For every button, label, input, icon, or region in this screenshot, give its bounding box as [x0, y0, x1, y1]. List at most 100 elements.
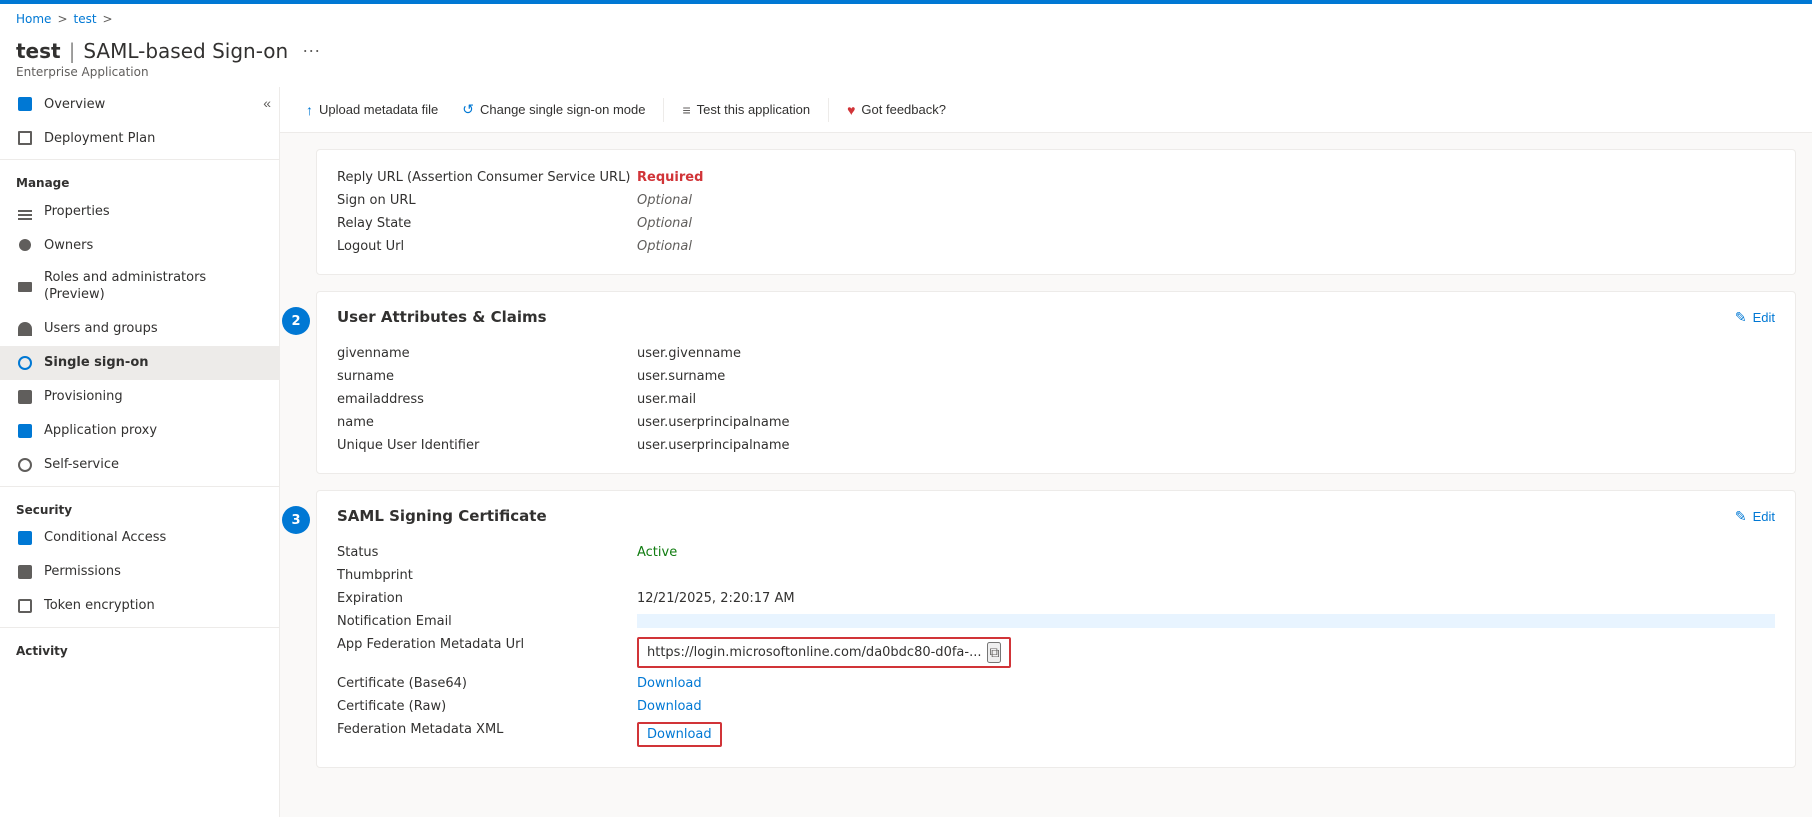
cert-raw-row: Certificate (Raw) Download	[337, 695, 1775, 718]
attr-label-name: name	[337, 415, 637, 430]
step-badge-3: 3	[282, 506, 310, 534]
sidebar-item-provisioning[interactable]: Provisioning	[0, 380, 279, 414]
overview-icon	[16, 95, 34, 113]
field-label-signon: Sign on URL	[337, 193, 637, 208]
title-separator: |	[69, 39, 76, 63]
page-title: test	[16, 39, 61, 63]
saml-cert-header: SAML Signing Certificate Edit	[337, 507, 1775, 525]
copy-url-button[interactable]	[987, 642, 1001, 663]
saml-cert-card: SAML Signing Certificate Edit Status Act…	[316, 490, 1796, 768]
feedback-label: Got feedback?	[861, 102, 946, 117]
user-attrs-rows: givenname user.givenname surname user.su…	[337, 342, 1775, 457]
change-icon	[462, 101, 474, 118]
cert-xml-label: Federation Metadata XML	[337, 722, 637, 747]
user-attrs-header: User Attributes & Claims Edit	[337, 308, 1775, 326]
saml-field-row-4: Logout Url Optional	[337, 235, 1775, 258]
sidebar-item-users[interactable]: Users and groups	[0, 312, 279, 346]
change-sso-mode-button[interactable]: Change single sign-on mode	[452, 95, 655, 124]
cert-base64-label: Certificate (Base64)	[337, 676, 637, 691]
saml-field-row-2: Sign on URL Optional	[337, 189, 1775, 212]
federation-url-value: https://login.microsoftonline.com/da0bdc…	[647, 645, 981, 660]
cert-thumbprint-value	[637, 568, 1775, 583]
breadcrumb-home[interactable]: Home	[16, 12, 51, 26]
field-value-signon: Optional	[637, 193, 1775, 208]
permissions-icon	[16, 563, 34, 581]
attr-value-surname: user.surname	[637, 369, 1775, 384]
sidebar-item-roles[interactable]: Roles and administrators (Preview)	[0, 262, 279, 312]
properties-icon	[16, 202, 34, 220]
cert-expiration-value: 12/21/2025, 2:20:17 AM	[637, 591, 1775, 606]
saml-cert-edit-button[interactable]: Edit	[1735, 508, 1775, 525]
breadcrumb: Home > test >	[0, 4, 1812, 34]
sidebar-item-permissions[interactable]: Permissions	[0, 555, 279, 589]
cert-notification-label: Notification Email	[337, 614, 637, 629]
attr-row-uuid: Unique User Identifier user.userprincipa…	[337, 434, 1775, 457]
cert-thumbprint-label: Thumbprint	[337, 568, 637, 583]
attr-value-email: user.mail	[637, 392, 1775, 407]
cert-base64-row: Certificate (Base64) Download	[337, 672, 1775, 695]
sidebar-section-activity: Activity	[0, 632, 279, 662]
sidebar-label-proxy: Application proxy	[44, 423, 157, 438]
attr-value-givenname: user.givenname	[637, 346, 1775, 361]
cert-raw-download[interactable]: Download	[637, 699, 702, 714]
field-label-logout: Logout Url	[337, 239, 637, 254]
content-area: Reply URL (Assertion Consumer Service UR…	[280, 133, 1812, 800]
step-badge-2: 2	[282, 307, 310, 335]
sidebar-item-overview[interactable]: Overview	[0, 87, 279, 121]
test-label: Test this application	[697, 102, 810, 117]
test-icon	[682, 102, 690, 118]
cert-base64-download[interactable]: Download	[637, 676, 702, 691]
fed-xml-download-box: Download	[637, 722, 722, 747]
user-attrs-wrapper: 2 User Attributes & Claims Edit givennam…	[296, 291, 1796, 474]
page-title-saml: SAML-based Sign-on	[83, 39, 288, 63]
saml-field-row-3: Relay State Optional	[337, 212, 1775, 235]
chevron-icon	[263, 95, 271, 111]
attr-row-email: emailaddress user.mail	[337, 388, 1775, 411]
test-application-button[interactable]: Test this application	[672, 96, 820, 124]
sidebar-divider-3	[0, 627, 279, 628]
pencil-icon-1	[1735, 309, 1747, 326]
change-label: Change single sign-on mode	[480, 102, 646, 117]
sidebar-item-deployment[interactable]: Deployment Plan	[0, 121, 279, 155]
sidebar-item-selfservice[interactable]: Self-service	[0, 448, 279, 482]
more-options-button[interactable]: ···	[296, 38, 326, 63]
sidebar-label-permissions: Permissions	[44, 564, 121, 579]
upload-metadata-button[interactable]: Upload metadata file	[296, 96, 448, 124]
sidebar-item-proxy[interactable]: Application proxy	[0, 414, 279, 448]
sidebar-item-sso[interactable]: Single sign-on	[0, 346, 279, 380]
sidebar-item-properties[interactable]: Properties	[0, 194, 279, 228]
attr-label-surname: surname	[337, 369, 637, 384]
breadcrumb-sep2: >	[103, 12, 113, 26]
attr-row-name: name user.userprincipalname	[337, 411, 1775, 434]
user-attrs-edit-button[interactable]: Edit	[1735, 309, 1775, 326]
sidebar-item-token[interactable]: Token encryption	[0, 589, 279, 623]
copy-icon	[989, 645, 999, 660]
sidebar-label-provisioning: Provisioning	[44, 389, 123, 404]
sidebar-label-deployment: Deployment Plan	[44, 131, 155, 146]
main-layout: Overview Deployment Plan Manage Properti…	[0, 87, 1812, 817]
sidebar-item-owners[interactable]: Owners	[0, 228, 279, 262]
app-type-label: Enterprise Application	[0, 65, 1812, 87]
breadcrumb-sep1: >	[57, 12, 67, 26]
attr-row-surname: surname user.surname	[337, 365, 1775, 388]
sidebar-label-overview: Overview	[44, 97, 105, 112]
sidebar: Overview Deployment Plan Manage Properti…	[0, 87, 280, 817]
field-value-logout: Optional	[637, 239, 1775, 254]
fed-xml-download[interactable]: Download	[647, 727, 712, 742]
deployment-icon	[16, 129, 34, 147]
sidebar-item-ca[interactable]: Conditional Access	[0, 521, 279, 555]
field-label-relay: Relay State	[337, 216, 637, 231]
user-attrs-edit-label: Edit	[1753, 310, 1775, 325]
breadcrumb-test[interactable]: test	[74, 12, 97, 26]
toolbar-divider	[663, 98, 664, 122]
cert-xml-row: Federation Metadata XML Download	[337, 718, 1775, 751]
feedback-button[interactable]: Got feedback?	[837, 96, 956, 124]
attr-value-uuid: user.userprincipalname	[637, 438, 1775, 453]
cert-status-row: Status Active	[337, 541, 1775, 564]
sso-icon	[16, 354, 34, 372]
saml-cert-edit-label: Edit	[1753, 509, 1775, 524]
cert-federation-url-row: App Federation Metadata Url https://logi…	[337, 633, 1775, 672]
sidebar-label-owners: Owners	[44, 238, 93, 253]
cert-raw-label: Certificate (Raw)	[337, 699, 637, 714]
sidebar-collapse-button[interactable]	[263, 95, 271, 111]
